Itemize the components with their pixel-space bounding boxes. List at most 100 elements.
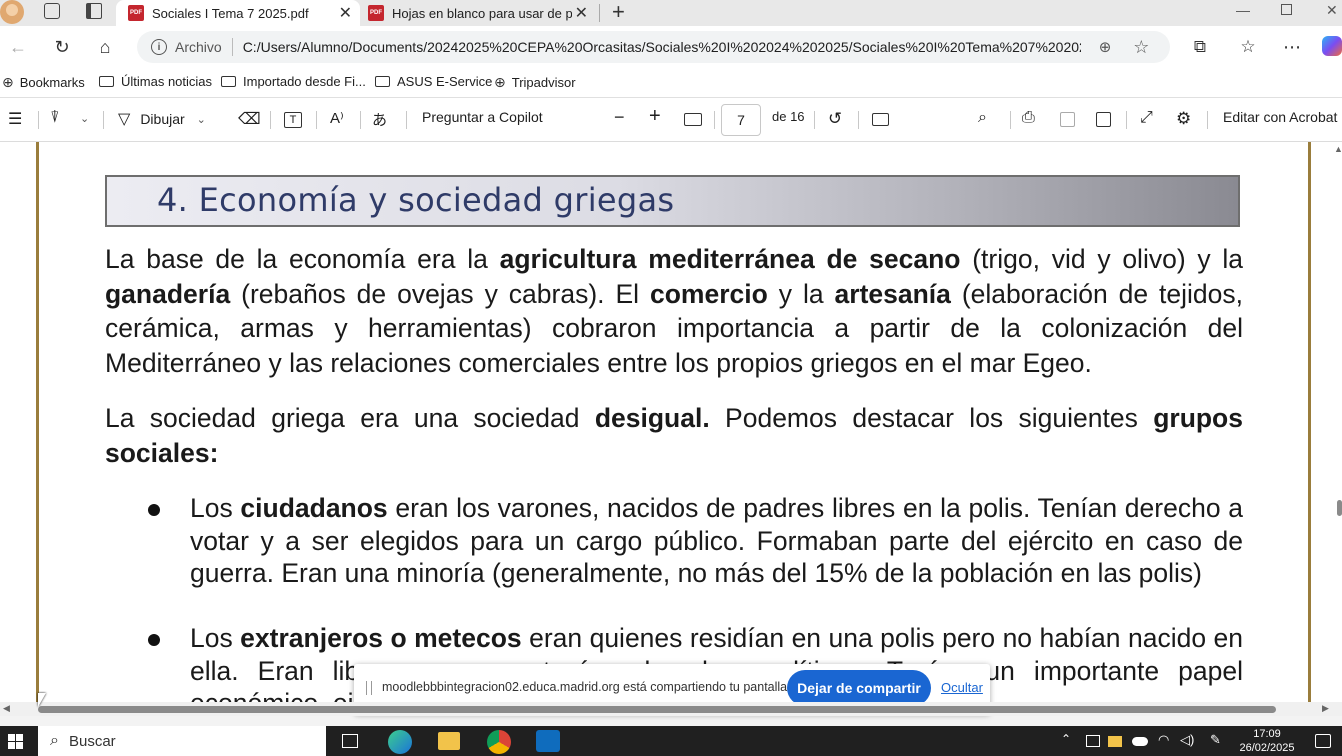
scroll-right-arrow-icon[interactable]: ▶ [1322,703,1329,714]
draw-button[interactable]: ▽ Dibujar ⌄ [118,109,206,129]
bold-term: : [209,437,219,468]
scroll-left-arrow-icon[interactable]: ◀ [3,703,10,714]
save-as-icon[interactable] [1096,112,1111,127]
pen-icon[interactable]: ✎ [1210,732,1221,748]
notifications-icon[interactable] [1315,734,1331,748]
text-run: Los [190,493,241,523]
ask-copilot-button[interactable]: Preguntar a Copilot [422,109,543,125]
toolbar-separator [270,111,271,129]
search-placeholder: Buscar [68,732,116,750]
page-view-icon[interactable] [872,113,889,126]
bookmark-item[interactable]: Importado desde Fi... [221,74,366,89]
taskbar-clock[interactable]: 17:09 26/02/2025 [1236,726,1298,755]
profile-avatar[interactable] [0,0,24,24]
tab-sociales-pdf[interactable]: PDF Sociales I Tema 7 2025.pdf ✕ [116,0,360,26]
settings-gear-icon[interactable]: ⚙ [1176,109,1191,129]
save-icon[interactable] [1060,112,1075,127]
rotate-icon[interactable]: ↺ [828,109,842,129]
zoom-out-icon[interactable]: − [614,107,625,128]
bold-term: artesanía [834,278,951,309]
chevron-down-icon[interactable]: ⌄ [80,112,89,125]
toolbar-separator [858,111,859,129]
outlook-icon[interactable] [536,730,560,752]
new-tab-plus-icon[interactable]: + [612,0,625,25]
workspaces-icon[interactable] [44,3,60,19]
fullscreen-icon[interactable]: ⤢ [1140,109,1153,127]
file-explorer-icon[interactable] [438,732,460,750]
bold-term: comercio [649,278,768,309]
bookmark-item[interactable]: ⊕ Tripadvisor [494,74,576,91]
page-number-input[interactable]: 7 [721,104,761,136]
home-icon[interactable]: ⌂ [93,35,117,59]
zoom-icon[interactable]: ⊕ [1099,38,1112,56]
text-run: La sociedad griega era una sociedad [105,403,595,433]
restore-icon[interactable] [1281,4,1292,15]
back-arrow-icon[interactable]: ← [6,35,30,59]
windows-start-icon[interactable] [8,734,23,749]
fit-page-icon[interactable] [684,113,702,126]
favorite-star-icon[interactable]: ☆ [1133,37,1149,58]
volume-icon[interactable]: ◁) [1180,732,1194,748]
edit-with-acrobat-button[interactable]: Editar con Acrobat [1223,109,1337,125]
bold-term: agricultura mediterránea de secano [499,244,961,274]
bookmark-item[interactable]: ASUS E-Service [375,74,492,89]
bullet-dot [148,504,160,516]
text-box-icon[interactable]: T [284,112,302,128]
horizontal-scrollbar-thumb[interactable] [38,706,1276,713]
text-run: La base de la economía era la [105,244,500,274]
bold-term: ganadería [105,278,231,309]
stop-sharing-button[interactable]: Dejar de compartir [787,670,931,706]
pdf-file-icon: PDF [128,5,144,21]
drag-handle-icon[interactable] [366,681,372,695]
print-icon[interactable]: ⎙ [1022,109,1035,127]
url-separator [231,38,233,56]
page-border-left [36,142,39,702]
url-text[interactable]: C:/Users/Alumno/Documents/20242025%20CEP… [243,39,1081,55]
tray-folder-icon[interactable] [1108,736,1122,747]
minimize-icon[interactable]: — [1236,2,1250,18]
wifi-icon[interactable]: ◠ [1158,732,1169,748]
read-aloud-icon[interactable]: A⁾ [330,109,344,127]
vertical-scrollbar-thumb[interactable] [1337,500,1342,516]
copilot-icon[interactable] [1322,36,1342,56]
url-field[interactable]: i Archivo C:/Users/Alumno/Documents/2024… [137,31,1170,63]
bookmark-label: Bookmarks [19,75,85,90]
bookmark-item[interactable]: Últimas noticias [99,74,212,89]
scroll-up-arrow-icon[interactable]: ▲ [1334,144,1342,154]
close-tab-icon[interactable]: ✕ [339,3,352,23]
economy-paragraph: La base de la economía era la agricultur… [105,242,1243,380]
pdf-file-icon: PDF [368,5,384,21]
contents-list-icon[interactable]: ☰ [8,109,22,129]
toolbar-separator [360,111,361,129]
section-heading: 4. Economía y sociedad griegas [157,181,675,219]
extensions-icon[interactable]: ⧉ [1188,35,1212,59]
onedrive-cloud-icon[interactable] [1132,737,1148,746]
pdf-page-viewport[interactable]: 4. Economía y sociedad griegas La base d… [0,142,1342,702]
tab-separator [599,4,600,22]
vertical-tabs-icon[interactable] [86,3,102,19]
info-icon[interactable]: i [151,39,167,55]
toolbar-separator [38,111,39,129]
close-tab-icon[interactable]: ✕ [575,3,588,23]
close-window-icon[interactable]: ✕ [1326,2,1338,19]
horizontal-scrollbar[interactable]: ◀ ▶ [0,702,1342,716]
hide-notification-link[interactable]: Ocultar [941,680,983,695]
taskbar-search-box[interactable]: ⌕ Buscar [38,726,326,756]
chrome-icon[interactable] [487,730,511,754]
folder-icon [221,76,236,87]
tray-app-icon[interactable] [1086,735,1100,747]
eraser-icon[interactable]: ⌫ [238,109,261,129]
edge-browser-icon[interactable] [388,730,412,754]
reload-icon[interactable]: ↻ [50,35,74,59]
favorites-icon[interactable]: ☆ [1236,35,1260,59]
zoom-in-icon[interactable]: + [649,105,661,128]
task-view-icon[interactable] [342,734,358,748]
tab-hojas-en-blanco[interactable]: PDF Hojas en blanco para usar de piza ✕ [360,0,600,26]
search-icon[interactable]: ⌕ [978,109,987,127]
toolbar-separator [406,111,407,129]
more-menu-icon[interactable]: ⋯ [1280,35,1304,59]
bookmark-item[interactable]: ⊕ Bookmarks [2,74,85,91]
translate-icon[interactable]: あ [372,109,387,130]
highlight-icon[interactable]: ⍒ [50,109,60,127]
chevron-up-icon[interactable]: ⌃ [1061,732,1071,746]
